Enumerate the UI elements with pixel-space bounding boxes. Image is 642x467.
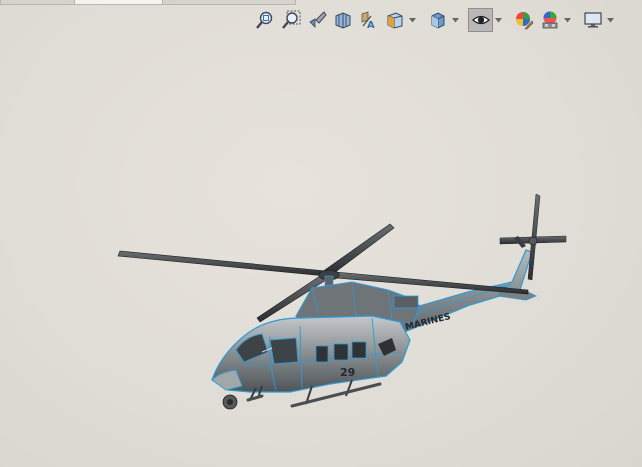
fuselage: [211, 315, 411, 410]
graphics-area[interactable]: A MARINES 29: [0, 0, 642, 467]
helicopter-model[interactable]: MARINES 29: [0, 0, 642, 467]
side-number: 29: [340, 366, 355, 379]
tail-rotor: [499, 193, 567, 281]
